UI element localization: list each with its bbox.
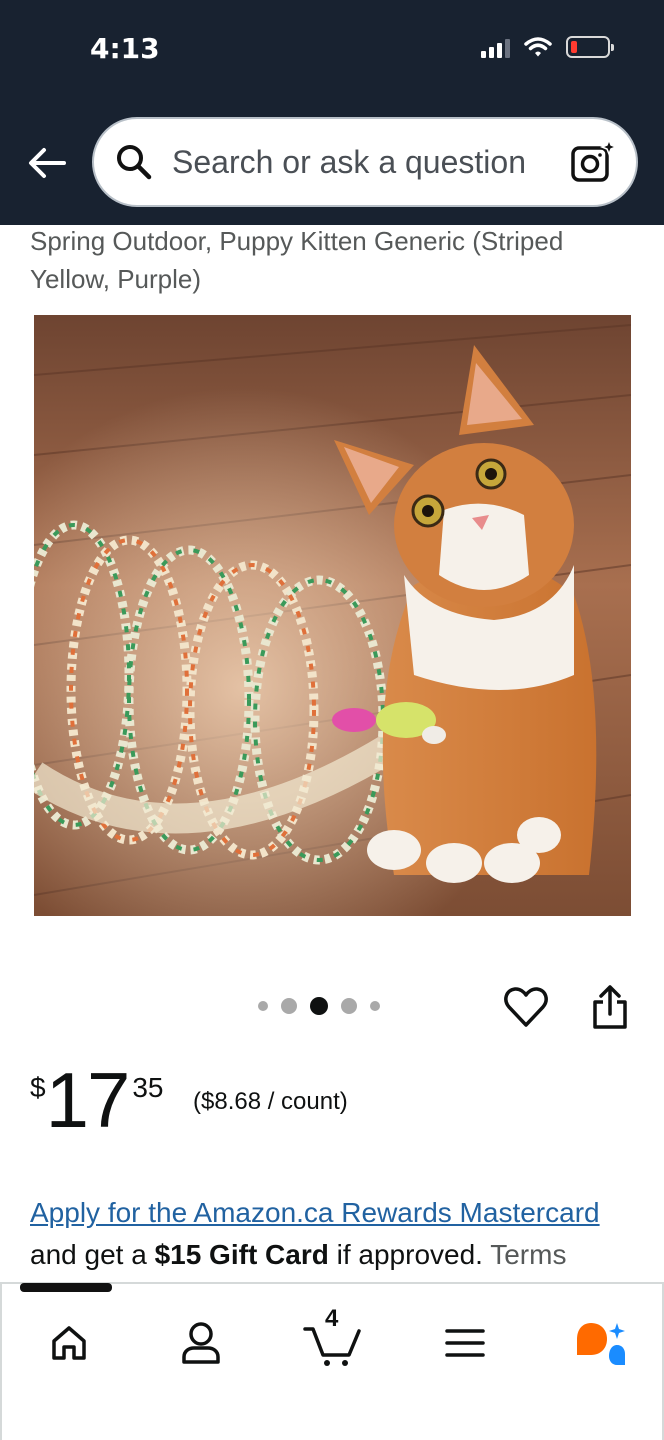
terms-link[interactable]: Terms (490, 1239, 566, 1270)
top-bar: 4:13 Search or ask a question (0, 0, 664, 225)
pager-dot[interactable] (281, 998, 297, 1014)
menu-icon (445, 1329, 485, 1357)
status-icons (481, 36, 614, 58)
promo-suffix: if approved. (328, 1239, 491, 1270)
image-pager[interactable] (258, 997, 380, 1015)
nav-menu[interactable] (430, 1308, 500, 1378)
cart-count: 4 (325, 1305, 339, 1332)
pager-dot[interactable] (341, 998, 357, 1014)
product-image[interactable] (34, 315, 631, 916)
promo-prefix: and get a (30, 1239, 155, 1270)
search-icon (117, 145, 152, 180)
wifi-icon (524, 37, 552, 57)
battery-icon (566, 36, 614, 58)
pager-dot-active[interactable] (310, 997, 328, 1015)
promo-text: and get a $15 Gift Card if approved. Ter… (30, 1239, 566, 1271)
camera-icon[interactable] (570, 139, 616, 185)
share-icon[interactable] (590, 984, 630, 1030)
price-whole: 17 (45, 1056, 131, 1144)
heart-icon[interactable] (504, 986, 548, 1028)
nav-account[interactable] (166, 1308, 236, 1378)
price: $ 17 35 (30, 1060, 164, 1140)
unit-price: ($8.68 / count) (193, 1088, 348, 1115)
rufus-icon (577, 1323, 625, 1365)
status-time: 4:13 (90, 32, 160, 65)
home-icon (52, 1326, 86, 1360)
gift-card-amount: $15 Gift Card (154, 1239, 329, 1270)
rewards-mastercard-link[interactable]: Apply for the Amazon.ca Rewards Masterca… (30, 1197, 600, 1229)
signal-icon (481, 36, 510, 58)
search-input[interactable]: Search or ask a question (92, 117, 638, 207)
back-arrow-icon[interactable] (24, 140, 70, 186)
account-icon (182, 1322, 220, 1364)
nav-rufus[interactable] (562, 1308, 632, 1378)
product-title: Spring Outdoor, Puppy Kitten Generic (St… (30, 226, 564, 294)
price-fraction: 35 (132, 1072, 164, 1103)
pager-dot[interactable] (370, 1001, 380, 1011)
nav-indicator (20, 1283, 112, 1292)
search-placeholder: Search or ask a question (172, 143, 526, 180)
nav-home[interactable] (34, 1308, 104, 1378)
price-symbol: $ (30, 1072, 46, 1103)
pager-dot[interactable] (258, 1001, 268, 1011)
